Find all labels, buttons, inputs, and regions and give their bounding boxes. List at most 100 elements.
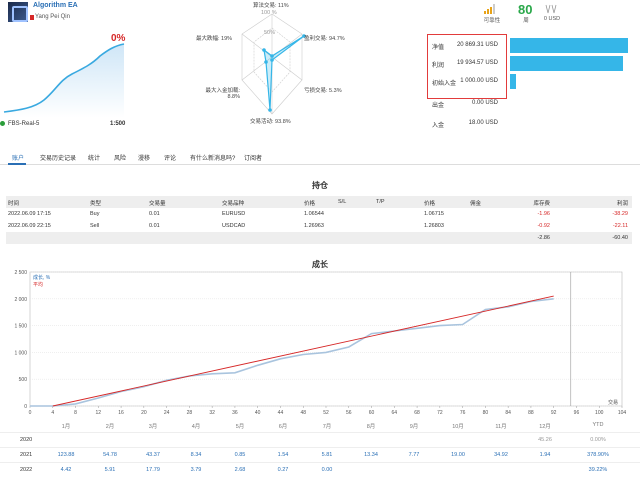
x-tick-label: 48 <box>300 410 306 416</box>
month-value[interactable]: 378.90% <box>583 452 613 458</box>
month-value[interactable]: 34.92 <box>486 452 516 458</box>
month-value[interactable]: 39.22% <box>583 467 613 473</box>
table-cell: 利润 <box>616 201 628 207</box>
y-tick-label: 0 <box>24 404 27 410</box>
month-value[interactable]: 43.37 <box>138 452 168 458</box>
month-value[interactable]: 0.00 <box>312 467 342 473</box>
tab-trade-history[interactable]: 交易历史记录 <box>40 153 76 162</box>
x-tick-label: 40 <box>255 410 261 416</box>
tab-reviews[interactable]: 评论 <box>164 153 176 162</box>
table-cell: 0.01 <box>149 211 160 217</box>
x-tick-label: 60 <box>369 410 375 416</box>
mini-growth-chart <box>3 43 125 118</box>
x-tick-label: 68 <box>414 410 420 416</box>
month-value[interactable]: 123.88 <box>51 452 81 458</box>
weeks-count: 80 <box>518 2 533 17</box>
author-name[interactable]: Yang Pei Qin <box>35 14 70 20</box>
x-tick-label: 12 <box>96 410 102 416</box>
table-cell: Buy <box>90 211 100 217</box>
x-tick-label: 84 <box>505 410 511 416</box>
month-header: 8月 <box>366 424 376 430</box>
tab-account[interactable]: 账户 <box>12 153 24 162</box>
month-value[interactable]: 0.00% <box>583 437 613 443</box>
financial-value: 18.00 USD <box>468 120 498 126</box>
month-value[interactable]: 7.77 <box>399 452 429 458</box>
month-header: YTD <box>592 422 604 428</box>
x-tick-label: 20 <box>141 410 147 416</box>
radar-label-max: 100 % <box>261 10 277 16</box>
yearly-row: 2020 45.26 0.00% <box>0 432 640 446</box>
month-value[interactable]: 5.81 <box>312 452 342 458</box>
financial-bar <box>510 74 516 89</box>
x-tick-label: 80 <box>483 410 489 416</box>
x-tick-label: 100 <box>595 410 604 416</box>
month-value[interactable]: 4.42 <box>51 467 81 473</box>
financial-value: 20 869.31 USD <box>456 42 498 48</box>
tab-slippage[interactable]: 漫移 <box>138 153 150 162</box>
yearly-row: 2022 4.42 5.91 17.79 3.79 2.68 0.27 0.00 39.22% <box>0 462 640 476</box>
year-label: 2020 <box>20 437 33 443</box>
month-value[interactable]: 1.94 <box>530 452 560 458</box>
x-tick-label: 4 <box>51 410 54 416</box>
month-value[interactable]: 0.27 <box>268 467 298 473</box>
radar-label-max-deposit-load: 最大入金加载: 8.8% <box>205 88 240 100</box>
broker-name[interactable]: FBS-Real-5 <box>8 121 39 127</box>
x-tick-label: 64 <box>392 410 398 416</box>
month-value[interactable]: 3.79 <box>181 467 211 473</box>
table-total-row: -2.86 -60.40 <box>6 232 632 244</box>
month-value[interactable]: 19.00 <box>443 452 473 458</box>
trend-line <box>52 295 554 407</box>
month-header: 2月 <box>105 424 115 430</box>
ea-name[interactable]: Algorithm EA <box>33 2 78 9</box>
table-cell: -60.40 <box>612 235 628 241</box>
tab-subscribers[interactable]: 订阅者 <box>244 153 262 162</box>
tab-news[interactable]: 有什么新消息吗? <box>190 153 235 162</box>
yearly-header: 1月 2月 3月 4月 5月 6月 7月 8月 9月 10月 11月 12月 YTD <box>0 418 640 432</box>
leverage: 1:500 <box>110 121 126 127</box>
table-cell: -1.96 <box>537 211 550 217</box>
table-cell: 交易品种 <box>222 201 245 207</box>
table-cell: T/P <box>376 199 385 205</box>
ea-avatar[interactable] <box>8 2 28 22</box>
table-cell: USDCAD <box>222 223 246 229</box>
subscribers-value: 0 USD <box>543 16 561 22</box>
month-value[interactable]: 5.91 <box>95 467 125 473</box>
month-value[interactable]: 54.78 <box>95 452 125 458</box>
x-tick-label: 0 <box>29 410 32 416</box>
x-tick-label: 56 <box>346 410 352 416</box>
month-value[interactable]: 17.79 <box>138 467 168 473</box>
month-header: 3月 <box>148 424 158 430</box>
month-value[interactable]: 1.54 <box>268 452 298 458</box>
month-header: 11月 <box>495 424 507 430</box>
broker-status-icon <box>0 121 5 126</box>
month-header: 1月 <box>61 424 71 430</box>
tab-risks[interactable]: 风险 <box>114 153 126 162</box>
x-tick-label: 16 <box>118 410 124 416</box>
table-row: 2022.06.09 17:15 Buy 0.01 EURUSD 1.06544 1.06… <box>6 208 632 220</box>
table-cell: 1.06715 <box>424 211 444 217</box>
financial-value: 19 934.57 USD <box>456 60 498 66</box>
x-tick-label: 8 <box>74 410 77 416</box>
legend-growth: 成长, % <box>33 274 51 281</box>
table-cell: -0.92 <box>537 223 550 229</box>
table-cell: -2.86 <box>537 235 550 241</box>
x-tick-label: 88 <box>528 410 534 416</box>
month-value[interactable]: 8.34 <box>181 452 211 458</box>
x-tick-label: 28 <box>187 410 193 416</box>
month-value[interactable]: 45.26 <box>530 437 560 443</box>
table-cell: Sell <box>90 223 100 229</box>
month-value[interactable]: 13.34 <box>356 452 386 458</box>
month-header: 5月 <box>235 424 245 430</box>
y-tick-label: 2 500 <box>14 270 27 276</box>
weeks-label: 周 <box>523 18 529 24</box>
tab-statistics[interactable]: 统计 <box>88 153 100 162</box>
month-value[interactable]: 2.68 <box>225 467 255 473</box>
radar-label-profit-trades: 盈利交易: 94.7% <box>304 36 345 42</box>
radar-chart <box>241 13 306 115</box>
x-tick-label: 72 <box>437 410 443 416</box>
subscribers-icon <box>545 4 557 14</box>
radar-label-algo: 算法交易: 11% <box>253 3 289 9</box>
table-cell: 库存费 <box>533 201 550 207</box>
x-tick-label: 32 <box>209 410 215 416</box>
month-value[interactable]: 0.85 <box>225 452 255 458</box>
